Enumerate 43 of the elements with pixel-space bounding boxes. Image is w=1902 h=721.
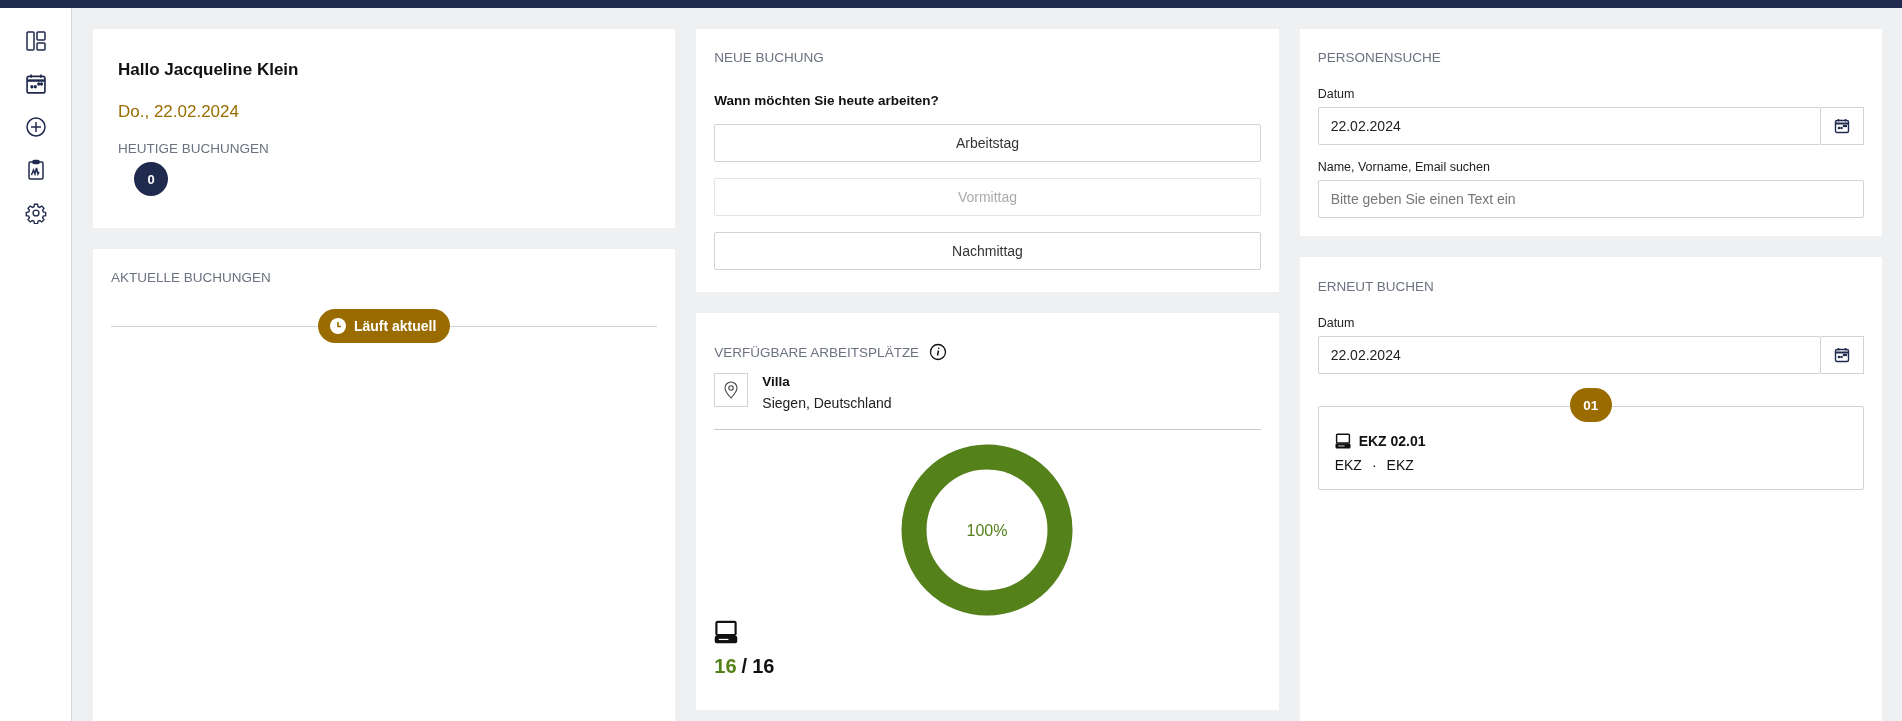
index-badge: 01 (1569, 388, 1612, 422)
calendar-icon (1834, 347, 1850, 363)
question-text: Wann möchten Sie heute arbeiten? (714, 93, 939, 108)
search-field[interactable]: Bitte geben Sie einen Text ein (1317, 180, 1864, 218)
percent-text: 100% (967, 522, 1008, 539)
section-title: ERNEUT BUCHEN (1317, 279, 1434, 294)
info-icon[interactable] (929, 343, 948, 361)
add-circle-icon[interactable] (24, 116, 47, 138)
section-title: PERSONENSUCHE (1317, 50, 1441, 65)
time-option-button[interactable]: Arbeitstag (714, 124, 1261, 162)
computer-icon (714, 620, 739, 644)
section-title: HEUTIGE BUCHUNGEN (118, 141, 269, 156)
date-text: Do., 22.02.2024 (118, 102, 239, 122)
date-field[interactable]: 22.02.2024 (1317, 336, 1821, 374)
clock-icon (329, 318, 346, 334)
dashboard-icon[interactable] (24, 30, 47, 52)
count-badge: 0 (134, 162, 168, 196)
computer-icon (1334, 433, 1351, 449)
date-field[interactable]: 22.02.2024 (1317, 107, 1821, 145)
time-option-button[interactable]: Nachmittag (714, 232, 1261, 270)
field-label: Datum (1317, 316, 1355, 330)
section-title: AKTUELLE BUCHUNGEN (111, 270, 271, 285)
calendar-button[interactable] (1821, 336, 1864, 374)
location-pin-icon (724, 381, 739, 399)
count-separator: / (741, 655, 748, 678)
greeting-heading: Hallo Jacqueline Klein (118, 60, 299, 80)
calendar-icon (1834, 118, 1850, 134)
location-name: Villa (762, 374, 790, 389)
field-label: Datum (1317, 87, 1355, 101)
status-badge: Läuft aktuell (317, 309, 451, 343)
calendar-button[interactable] (1821, 107, 1864, 145)
calendar-icon[interactable] (24, 73, 47, 95)
section-title: NEUE BUCHUNG (714, 50, 824, 65)
section-title: VERFÜGBARE ARBEITSPLÄTZE (714, 344, 920, 360)
settings-icon[interactable] (24, 202, 47, 224)
total-count: 16 (752, 655, 775, 678)
field-label: Name, Vorname, Email suchen (1317, 160, 1490, 174)
detail-separator: · (1371, 457, 1377, 473)
free-count: 16 (714, 655, 737, 678)
workspace-detail: EKZ (1386, 457, 1414, 473)
workspace-name: EKZ 02.01 (1358, 433, 1426, 449)
location-address: Siegen, Deutschland (762, 395, 892, 411)
workspace-detail: EKZ (1334, 457, 1362, 473)
